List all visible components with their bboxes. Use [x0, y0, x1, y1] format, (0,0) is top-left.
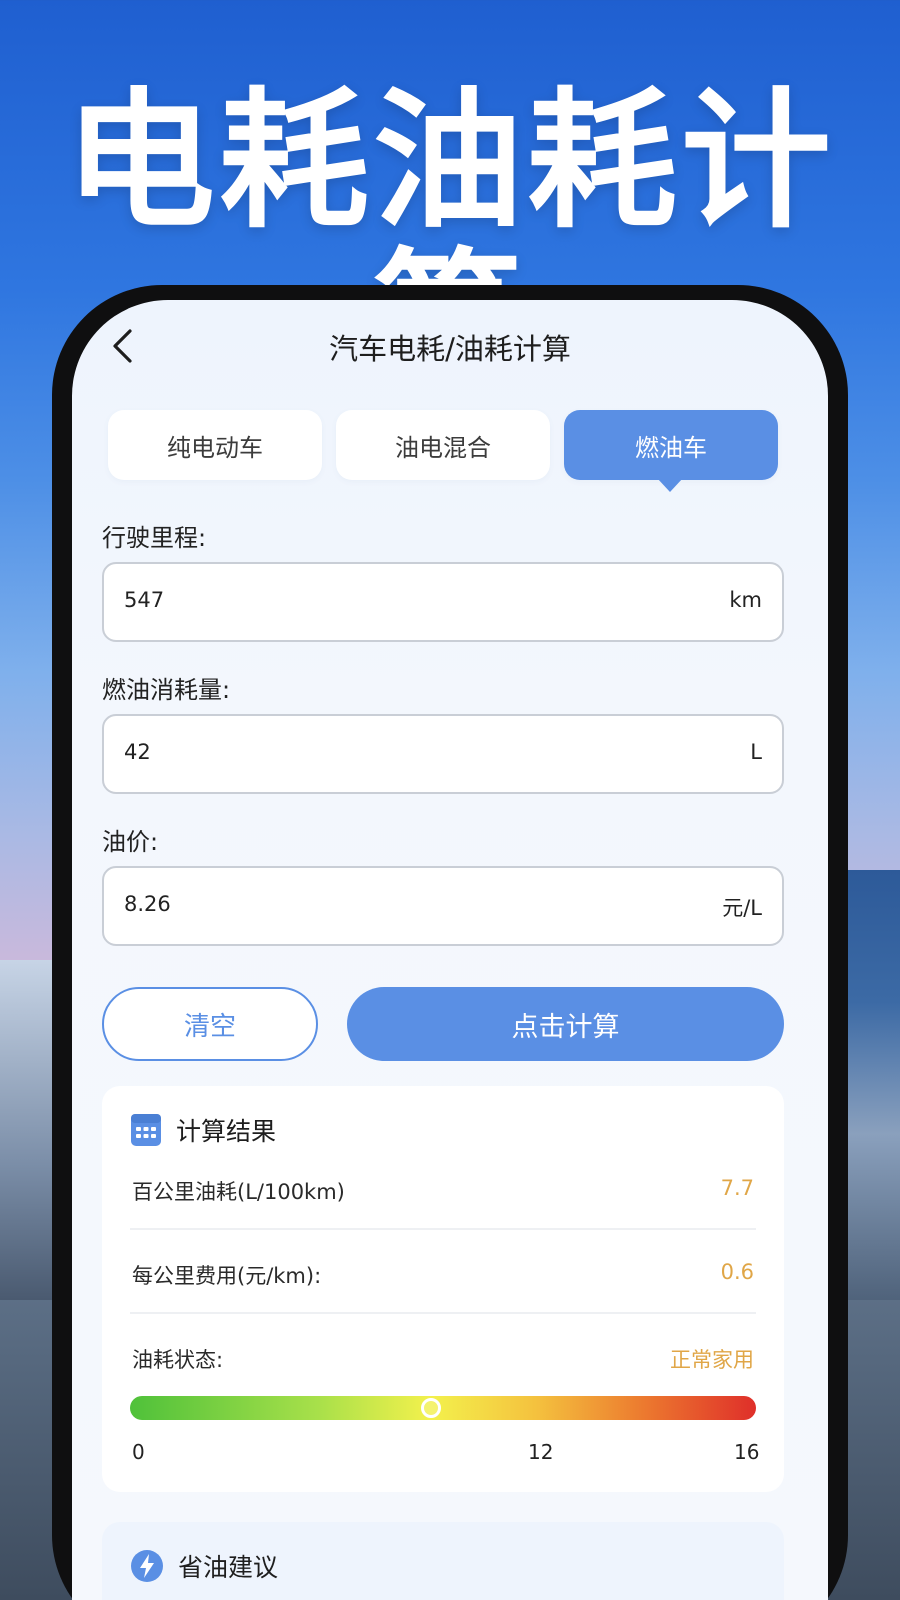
gauge-indicator: [421, 1398, 442, 1418]
background-building-left: [0, 960, 60, 1300]
fuel-value: 42: [124, 740, 151, 764]
result-label: 每公里费用(元/km):: [132, 1264, 322, 1288]
tab-hybrid[interactable]: 油电混合: [336, 410, 550, 480]
result-value: 正常家用: [670, 1348, 754, 1372]
price-label: 油价:: [102, 828, 159, 856]
clear-button[interactable]: 清空: [102, 987, 318, 1061]
active-tab-pointer: [657, 478, 683, 492]
page-title: 汽车电耗/油耗计算: [329, 332, 571, 366]
calculator-icon: [131, 1114, 161, 1146]
result-row-status: 油耗状态: 正常家用: [130, 1314, 756, 1398]
result-card: 计算结果 百公里油耗(L/100km) 7.7 每公里费用(元/km): 0.6…: [102, 1086, 784, 1492]
tip-header: 省油建议: [130, 1548, 278, 1584]
gauge-tick-min: 0: [132, 1440, 145, 1464]
price-unit: 元/L: [722, 896, 762, 920]
mileage-label: 行驶里程:: [102, 524, 207, 552]
tab-electric[interactable]: 纯电动车: [108, 410, 322, 480]
mileage-value: 547: [124, 588, 165, 612]
result-label: 百公里油耗(L/100km): [132, 1180, 345, 1204]
saving-tips-card: 省油建议: [102, 1522, 784, 1600]
result-title: 计算结果: [176, 1117, 277, 1146]
mileage-field[interactable]: 547 km: [102, 562, 784, 642]
result-row-per-km-cost: 每公里费用(元/km): 0.6: [130, 1230, 756, 1314]
fuel-label: 燃油消耗量:: [102, 676, 231, 704]
gauge-tick-max: 16: [734, 1440, 760, 1464]
vehicle-type-tabs: 纯电动车 油电混合 燃油车: [108, 410, 778, 482]
background-building-right: [840, 870, 900, 1310]
result-label: 油耗状态:: [132, 1348, 224, 1372]
fuel-unit: L: [750, 740, 762, 764]
tab-fuel[interactable]: 燃油车: [564, 410, 778, 480]
consumption-gauge: [130, 1396, 756, 1420]
mileage-unit: km: [729, 588, 762, 612]
fuel-field[interactable]: 42 L: [102, 714, 784, 794]
result-row-per100km: 百公里油耗(L/100km) 7.7: [130, 1146, 756, 1230]
gauge-tick-mid: 12: [528, 1440, 554, 1464]
app-screen: 汽车电耗/油耗计算 纯电动车 油电混合 燃油车 行驶里程: 547 km 燃油消…: [72, 300, 828, 1600]
tip-title: 省油建议: [178, 1553, 279, 1582]
price-field[interactable]: 8.26 元/L: [102, 866, 784, 946]
result-value: 7.7: [720, 1176, 754, 1200]
result-header: 计算结果: [130, 1110, 276, 1150]
lightning-icon: [131, 1550, 163, 1582]
price-value: 8.26: [124, 892, 171, 916]
nav-bar: 汽车电耗/油耗计算: [72, 300, 828, 390]
calculate-button[interactable]: 点击计算: [347, 987, 784, 1061]
result-value: 0.6: [720, 1260, 754, 1284]
